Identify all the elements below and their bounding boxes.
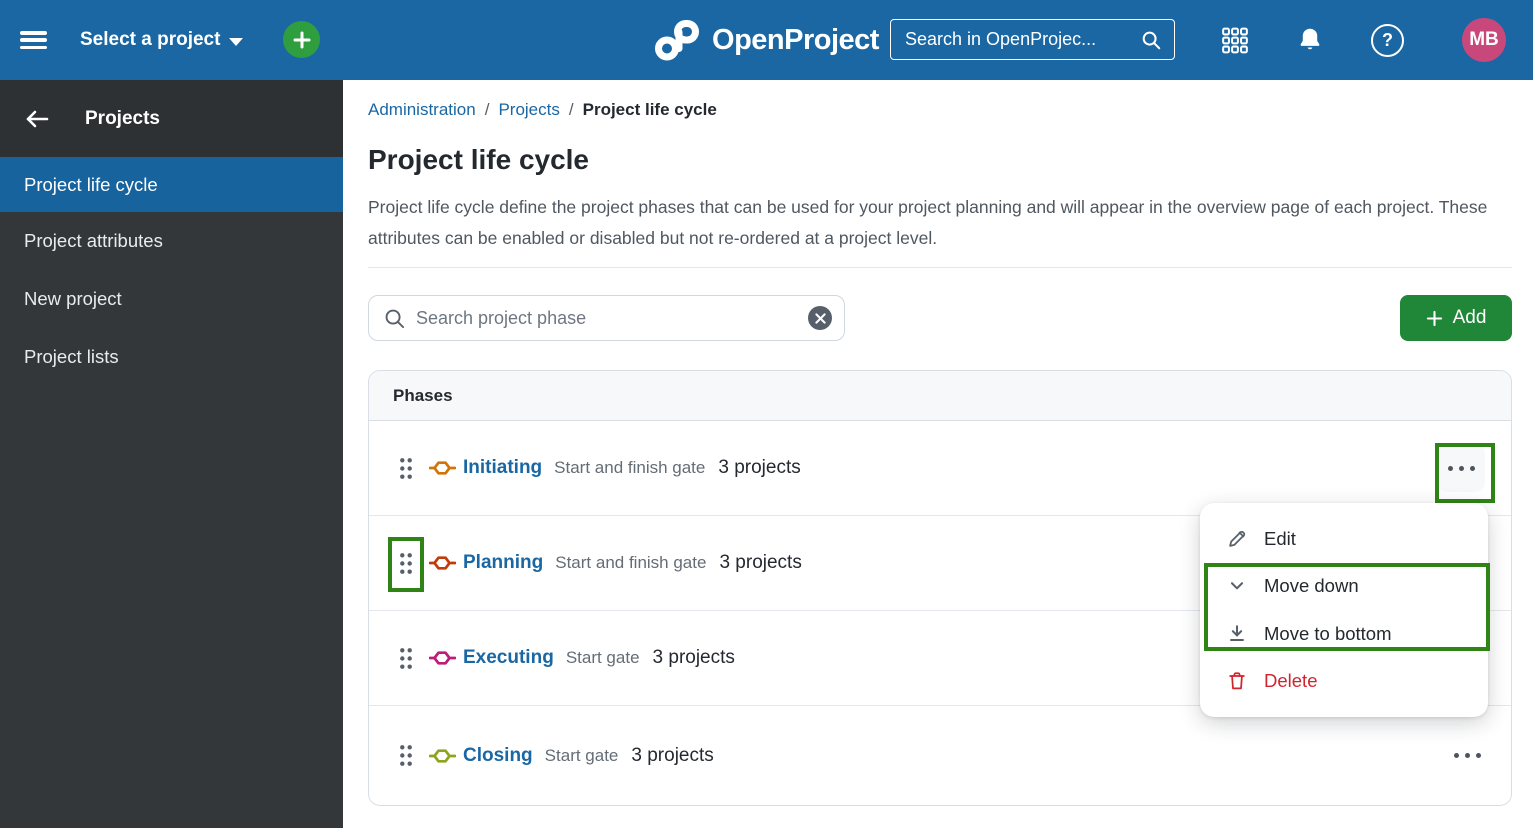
sidebar-item-project-lists[interactable]: Project lists [0,328,343,386]
breadcrumb-current: Project life cycle [582,100,717,119]
table-row-closing: Closing Start gate 3 projects [369,706,1511,805]
page-title: Project life cycle [368,144,590,175]
pencil-icon [1226,528,1248,550]
bell-icon[interactable] [1297,0,1323,80]
project-count: 3 projects [652,647,735,668]
drag-handle-icon[interactable] [399,744,413,767]
gate-type-label: Start gate [544,745,619,765]
add-phase-button[interactable]: Add [1400,295,1512,341]
menu-item-move-to-bottom[interactable]: Move to bottom [1200,610,1488,658]
openproject-logo-mark [655,20,700,61]
sidebar-item-project-attributes[interactable]: Project attributes [0,212,343,270]
gate-icon [429,649,456,667]
menu-item-delete[interactable]: Delete [1200,658,1488,706]
phase-search-box[interactable] [368,295,845,341]
menu-item-move-down[interactable]: Move down [1200,563,1488,611]
gate-type-label: Start gate [565,648,640,667]
breadcrumb: Administration / Projects / Project life… [368,100,717,120]
phase-name-link[interactable]: Planning [463,552,543,574]
sidebar-title: Projects [85,107,160,129]
modules-grid-icon[interactable] [1222,0,1248,80]
plus-icon [1426,310,1442,326]
search-icon [385,309,405,328]
avatar-initials: MB [1469,29,1499,50]
back-arrow-icon[interactable] [24,108,50,130]
trash-icon [1226,670,1248,692]
user-avatar[interactable]: MB [1462,18,1506,62]
drag-handle-icon[interactable] [399,647,413,670]
divider [368,267,1512,268]
project-count: 3 projects [631,744,714,766]
drag-handle-icon[interactable] [399,457,413,480]
phase-name-link[interactable]: Executing [463,647,554,669]
sidebar-item-project-life-cycle[interactable]: Project life cycle [0,157,343,212]
sidebar-item-new-project[interactable]: New project [0,270,343,328]
menu-item-edit[interactable]: Edit [1200,515,1488,563]
gate-type-label: Start and finish gate [554,458,706,477]
openproject-admin-screen: Select a project OpenProject Search in O… [0,0,1533,828]
gate-icon [429,747,456,765]
openproject-logo-text: OpenProject [712,23,879,56]
drag-handle-icon[interactable] [399,552,413,575]
main-content: Administration / Projects / Project life… [343,80,1533,828]
page-description: Project life cycle define the project ph… [368,197,1488,248]
gate-icon [429,554,456,572]
move-to-bottom-icon [1226,623,1248,645]
help-icon[interactable]: ? [1371,0,1404,80]
global-search-input[interactable] [905,29,1140,50]
project-count: 3 projects [719,552,802,573]
global-search-box[interactable] [890,19,1175,60]
sidebar-header: Projects [0,80,343,157]
project-count: 3 projects [718,457,801,478]
chevron-down-icon [1226,575,1248,597]
row-actions-context-menu: Edit Move down Move to bottom Delete [1200,503,1490,717]
row-actions-ellipsis-button[interactable] [1443,732,1491,780]
phase-name-link[interactable]: Closing [463,745,533,767]
gate-type-label: Start and finish gate [555,553,707,572]
search-icon[interactable] [1140,29,1162,51]
top-navigation-bar: Select a project OpenProject Search in O… [0,0,1533,80]
admin-sidebar: Projects Project life cycle Project attr… [0,80,343,828]
clear-icon[interactable] [808,306,832,330]
phases-table-header: Phases [369,371,1511,421]
gate-icon [429,459,456,477]
phase-search-input[interactable] [416,307,798,329]
phase-name-link[interactable]: Initiating [463,457,542,479]
row-actions-ellipsis-button[interactable] [1437,444,1485,492]
breadcrumb-link-projects[interactable]: Projects [498,100,559,120]
table-row-initiating: Initiating Start and finish gate 3 proje… [369,421,1511,516]
breadcrumb-link-administration[interactable]: Administration [368,100,476,120]
